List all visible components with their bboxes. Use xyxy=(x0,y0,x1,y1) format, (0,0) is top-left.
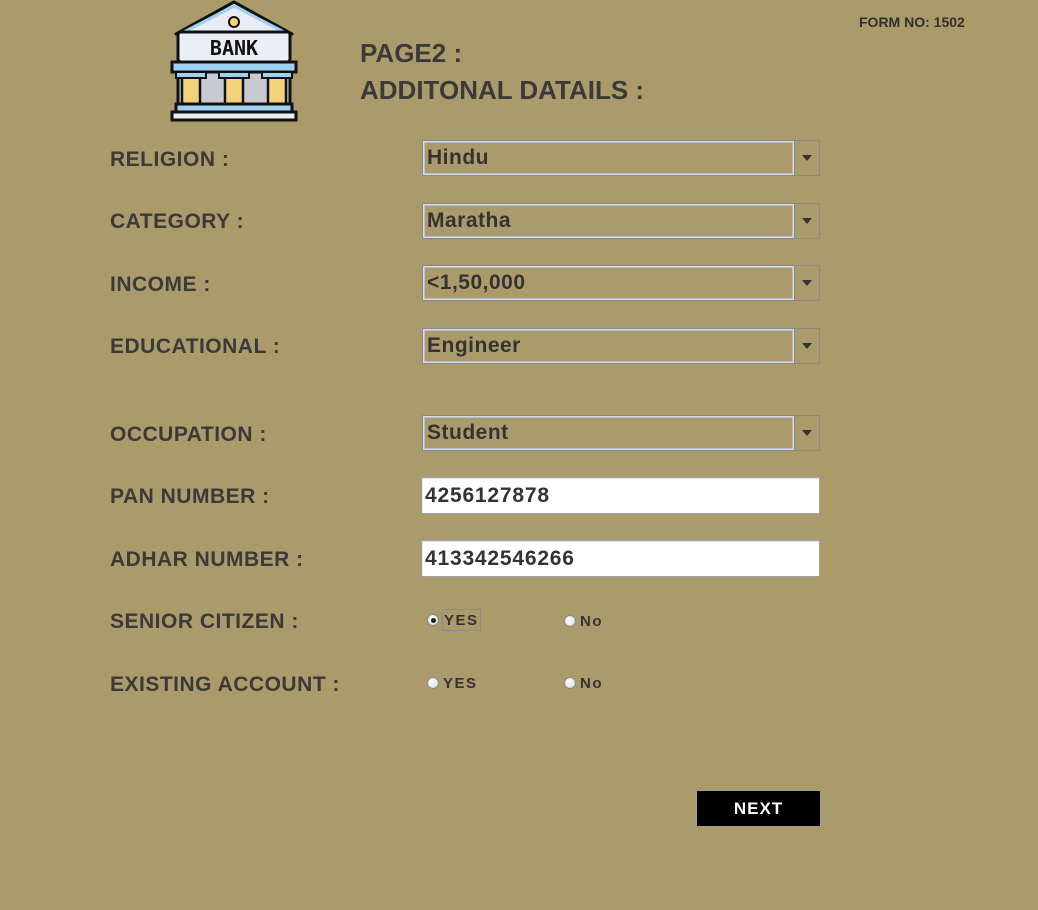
existing-account-yes-label[interactable]: YES xyxy=(442,673,479,693)
radio-checked-icon[interactable] xyxy=(427,614,439,626)
logo-text: BANK xyxy=(210,36,258,60)
senior-citizen-no-radio[interactable]: No xyxy=(564,611,604,631)
form-number: FORM NO: 1502 xyxy=(859,14,965,30)
religion-label: RELIGION : xyxy=(110,148,230,171)
pan-number-input[interactable] xyxy=(421,477,820,514)
chevron-down-icon[interactable] xyxy=(794,266,819,300)
existing-account-no-label[interactable]: No xyxy=(579,673,604,693)
occupation-selected-value: Student xyxy=(423,416,794,450)
bank-logo: BANK xyxy=(168,0,300,124)
category-dropdown[interactable]: Maratha xyxy=(422,203,820,239)
income-dropdown[interactable]: <1,50,000 xyxy=(422,265,820,301)
senior-citizen-label: SENIOR CITIZEN : xyxy=(110,610,299,633)
occupation-label: OCCUPATION : xyxy=(110,423,267,446)
category-selected-value: Maratha xyxy=(423,204,794,238)
educational-label: EDUCATIONAL : xyxy=(110,335,281,358)
adhar-number-input[interactable] xyxy=(421,540,820,577)
senior-citizen-yes-label[interactable]: YES xyxy=(442,609,481,631)
chevron-down-icon[interactable] xyxy=(794,416,819,450)
bank-building-icon: BANK xyxy=(170,0,298,122)
category-label: CATEGORY : xyxy=(110,210,245,233)
chevron-down-icon[interactable] xyxy=(794,141,819,175)
radio-unchecked-icon[interactable] xyxy=(427,677,439,689)
page-title: PAGE2 : xyxy=(360,38,463,68)
occupation-dropdown[interactable]: Student xyxy=(422,415,820,451)
pan-number-label: PAN NUMBER : xyxy=(110,485,270,508)
adhar-number-label: ADHAR NUMBER : xyxy=(110,548,304,571)
next-button[interactable]: NEXT xyxy=(696,790,821,827)
radio-unchecked-icon[interactable] xyxy=(564,677,576,689)
existing-account-yes-radio[interactable]: YES xyxy=(427,673,479,693)
educational-selected-value: Engineer xyxy=(423,329,794,363)
radio-unchecked-icon[interactable] xyxy=(564,615,576,627)
income-selected-value: <1,50,000 xyxy=(423,266,794,300)
senior-citizen-yes-radio[interactable]: YES xyxy=(427,609,481,631)
religion-dropdown[interactable]: Hindu xyxy=(422,140,820,176)
page-subtitle: ADDITONAL DATAILS : xyxy=(360,75,645,105)
existing-account-label: EXISTING ACCOUNT : xyxy=(110,673,340,696)
existing-account-no-radio[interactable]: No xyxy=(564,673,604,693)
income-label: INCOME : xyxy=(110,273,211,296)
senior-citizen-no-label[interactable]: No xyxy=(579,611,604,631)
chevron-down-icon[interactable] xyxy=(794,329,819,363)
religion-selected-value: Hindu xyxy=(423,141,794,175)
chevron-down-icon[interactable] xyxy=(794,204,819,238)
educational-dropdown[interactable]: Engineer xyxy=(422,328,820,364)
